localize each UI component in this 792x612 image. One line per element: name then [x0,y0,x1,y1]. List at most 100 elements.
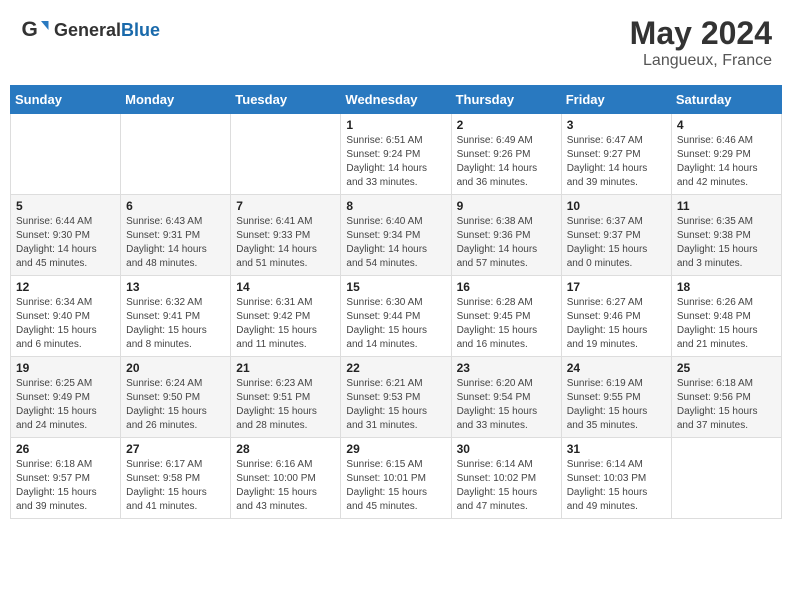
day-number: 25 [677,361,776,375]
calendar-cell: 25 Sunrise: 6:18 AMSunset: 9:56 PMDayligh… [671,357,781,438]
weekday-header-thursday: Thursday [451,86,561,114]
weekday-header-monday: Monday [121,86,231,114]
calendar-cell: 17 Sunrise: 6:27 AMSunset: 9:46 PMDayligh… [561,276,671,357]
calendar-cell: 24Sunrise: 6:19 AMSunset: 9:55 PMDayligh… [561,357,671,438]
logo: G GeneralBlue [20,15,160,45]
day-info: Sunrise: 6:49 AMSunset: 9:26 PMDaylight:… [457,134,556,190]
day-number: 11 [677,199,776,213]
calendar-cell: 14 Sunrise: 6:31 AMSunset: 9:42 PMDayligh… [231,276,341,357]
day-number: 7 [236,199,335,213]
calendar-cell: 11Sunrise: 6:35 AMSunset: 9:38 PMDayligh… [671,195,781,276]
day-info: Sunrise: 6:25 AMSunset: 9:49 PMDaylight:… [16,377,115,433]
location: Langueux, France [630,52,772,70]
day-number: 12 [16,280,115,294]
calendar-cell: 21 Sunrise: 6:23 AMSunset: 9:51 PMDayligh… [231,357,341,438]
day-number: 20 [126,361,225,375]
calendar-cell: 19 Sunrise: 6:25 AMSunset: 9:49 PMDayligh… [11,357,121,438]
day-info: Sunrise: 6:18 AMSunset: 9:57 PMDaylight:… [16,458,115,514]
day-info: Sunrise: 6:30 AMSunset: 9:44 PMDaylight:… [346,296,445,352]
weekday-header-sunday: Sunday [11,86,121,114]
day-number: 18 [677,280,776,294]
page-header: G GeneralBlue May 2024 Langueux, France [10,10,782,75]
calendar-table: SundayMondayTuesdayWednesdayThursdayFrid… [10,85,782,519]
day-info: Sunrise: 6:47 AMSunset: 9:27 PMDaylight:… [567,134,666,190]
calendar-cell: 1Sunrise: 6:51 AMSunset: 9:24 PMDaylight… [341,114,451,195]
weekday-header-tuesday: Tuesday [231,86,341,114]
day-info: Sunrise: 6:46 AMSunset: 9:29 PMDaylight:… [677,134,776,190]
day-info: Sunrise: 6:16 AMSunset: 10:00 PMDaylight… [236,458,335,514]
logo-blue: Blue [121,20,160,40]
day-number: 2 [457,118,556,132]
day-number: 21 [236,361,335,375]
calendar-cell: 2 Sunrise: 6:49 AMSunset: 9:26 PMDaylight… [451,114,561,195]
day-number: 8 [346,199,445,213]
day-number: 28 [236,442,335,456]
calendar-cell: 9 Sunrise: 6:38 AMSunset: 9:36 PMDaylight… [451,195,561,276]
day-info: Sunrise: 6:18 AMSunset: 9:56 PMDaylight:… [677,377,776,433]
week-row-1: 1Sunrise: 6:51 AMSunset: 9:24 PMDaylight… [11,114,782,195]
day-number: 15 [346,280,445,294]
day-number: 30 [457,442,556,456]
day-info: Sunrise: 6:51 AMSunset: 9:24 PMDaylight:… [346,134,445,190]
title-section: May 2024 Langueux, France [630,15,772,70]
day-number: 26 [16,442,115,456]
day-info: Sunrise: 6:37 AMSunset: 9:37 PMDaylight:… [567,215,666,271]
calendar-cell: 16 Sunrise: 6:28 AMSunset: 9:45 PMDayligh… [451,276,561,357]
day-number: 14 [236,280,335,294]
calendar-cell: 26 Sunrise: 6:18 AMSunset: 9:57 PMDayligh… [11,438,121,519]
day-info: Sunrise: 6:34 AMSunset: 9:40 PMDaylight:… [16,296,115,352]
day-number: 9 [457,199,556,213]
day-info: Sunrise: 6:17 AMSunset: 9:58 PMDaylight:… [126,458,225,514]
day-info: Sunrise: 6:26 AMSunset: 9:48 PMDaylight:… [677,296,776,352]
day-number: 22 [346,361,445,375]
calendar-cell: 8Sunrise: 6:40 AMSunset: 9:34 PMDaylight… [341,195,451,276]
week-row-5: 26 Sunrise: 6:18 AMSunset: 9:57 PMDayligh… [11,438,782,519]
day-info: Sunrise: 6:23 AMSunset: 9:51 PMDaylight:… [236,377,335,433]
logo-icon: G [20,15,50,45]
calendar-cell: 31Sunrise: 6:14 AMSunset: 10:03 PMDaylig… [561,438,671,519]
day-info: Sunrise: 6:32 AMSunset: 9:41 PMDaylight:… [126,296,225,352]
calendar-cell: 13 Sunrise: 6:32 AMSunset: 9:41 PMDayligh… [121,276,231,357]
day-info: Sunrise: 6:27 AMSunset: 9:46 PMDaylight:… [567,296,666,352]
day-info: Sunrise: 6:31 AMSunset: 9:42 PMDaylight:… [236,296,335,352]
calendar-cell: 27 Sunrise: 6:17 AMSunset: 9:58 PMDayligh… [121,438,231,519]
logo-general: General [54,20,121,40]
day-number: 16 [457,280,556,294]
calendar-cell: 29Sunrise: 6:15 AMSunset: 10:01 PMDaylig… [341,438,451,519]
month-year: May 2024 [630,15,772,52]
day-number: 13 [126,280,225,294]
day-info: Sunrise: 6:19 AMSunset: 9:55 PMDaylight:… [567,377,666,433]
day-info: Sunrise: 6:24 AMSunset: 9:50 PMDaylight:… [126,377,225,433]
calendar-cell: 28 Sunrise: 6:16 AMSunset: 10:00 PMDaylig… [231,438,341,519]
day-number: 5 [16,199,115,213]
day-info: Sunrise: 6:28 AMSunset: 9:45 PMDaylight:… [457,296,556,352]
calendar-cell [231,114,341,195]
day-number: 27 [126,442,225,456]
calendar-cell: 4 Sunrise: 6:46 AMSunset: 9:29 PMDaylight… [671,114,781,195]
day-number: 29 [346,442,445,456]
calendar-cell: 3 Sunrise: 6:47 AMSunset: 9:27 PMDaylight… [561,114,671,195]
day-info: Sunrise: 6:38 AMSunset: 9:36 PMDaylight:… [457,215,556,271]
weekday-header-friday: Friday [561,86,671,114]
calendar-cell: 30 Sunrise: 6:14 AMSunset: 10:02 PMDaylig… [451,438,561,519]
calendar-cell: 22 Sunrise: 6:21 AMSunset: 9:53 PMDayligh… [341,357,451,438]
day-info: Sunrise: 6:41 AMSunset: 9:33 PMDaylight:… [236,215,335,271]
day-number: 23 [457,361,556,375]
calendar-cell: 15 Sunrise: 6:30 AMSunset: 9:44 PMDayligh… [341,276,451,357]
weekday-header-row: SundayMondayTuesdayWednesdayThursdayFrid… [11,86,782,114]
day-number: 17 [567,280,666,294]
day-number: 19 [16,361,115,375]
calendar-cell [671,438,781,519]
svg-text:G: G [22,18,38,41]
day-info: Sunrise: 6:14 AMSunset: 10:02 PMDaylight… [457,458,556,514]
day-number: 3 [567,118,666,132]
weekday-header-saturday: Saturday [671,86,781,114]
day-number: 4 [677,118,776,132]
calendar-cell: 7 Sunrise: 6:41 AMSunset: 9:33 PMDaylight… [231,195,341,276]
day-info: Sunrise: 6:44 AMSunset: 9:30 PMDaylight:… [16,215,115,271]
day-info: Sunrise: 6:21 AMSunset: 9:53 PMDaylight:… [346,377,445,433]
day-info: Sunrise: 6:20 AMSunset: 9:54 PMDaylight:… [457,377,556,433]
day-number: 10 [567,199,666,213]
calendar-cell: 10 Sunrise: 6:37 AMSunset: 9:37 PMDayligh… [561,195,671,276]
calendar-cell: 23 Sunrise: 6:20 AMSunset: 9:54 PMDayligh… [451,357,561,438]
